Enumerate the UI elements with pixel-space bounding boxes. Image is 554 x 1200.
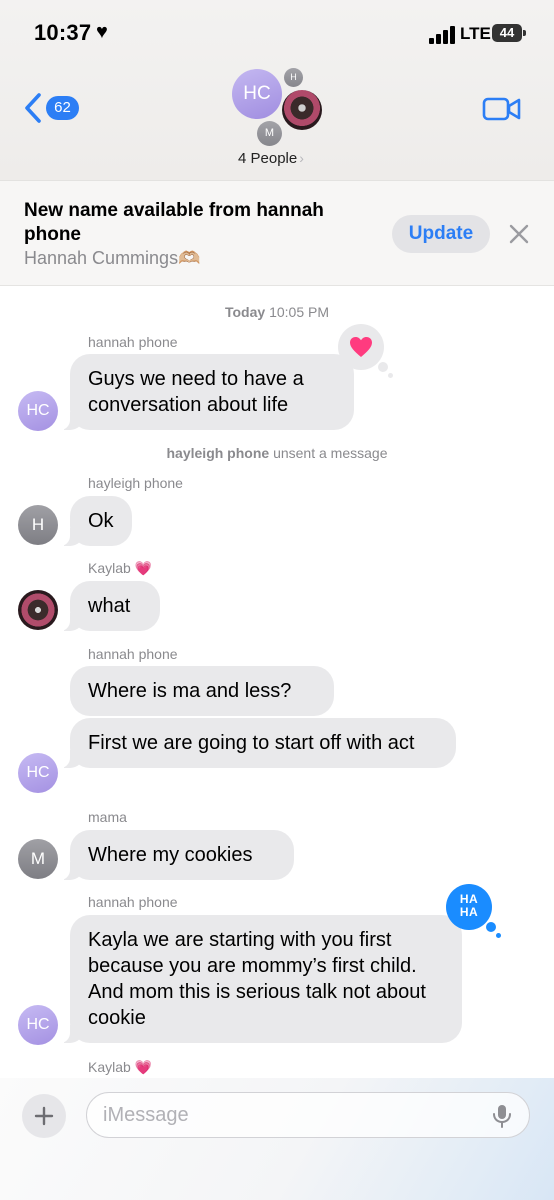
message-bubble[interactable]: Where is ma and less? <box>70 666 334 716</box>
chevron-left-icon <box>25 93 41 123</box>
avatar[interactable] <box>18 590 58 630</box>
group-avatar-hc[interactable]: HC <box>232 69 282 119</box>
sender-name: mama <box>88 809 127 825</box>
timestamp-day: Today <box>224 304 266 320</box>
unread-count-badge: 62 <box>46 96 79 120</box>
back-button[interactable]: 62 <box>22 90 86 126</box>
sender-name: Kaylab 💗 <box>88 560 153 576</box>
plus-icon <box>34 1106 54 1126</box>
conversation-timestamp: Today 10:05 PM <box>0 304 554 320</box>
message-bubble[interactable]: what <box>58 581 160 631</box>
message-bubble[interactable]: First we are going to start off with act <box>58 718 456 768</box>
avatar[interactable]: HC <box>18 753 58 793</box>
microphone-icon[interactable] <box>491 1103 513 1129</box>
status-time: 10:37 <box>34 20 92 45</box>
close-icon[interactable] <box>506 221 532 247</box>
message-bubble[interactable]: Ok <box>58 496 132 546</box>
sender-name: Kaylab 💗 <box>88 1059 153 1075</box>
add-attachment-button[interactable] <box>22 1094 66 1138</box>
tapback-heart-icon[interactable] <box>338 324 393 378</box>
name-update-banner: New name available from hannah phone Han… <box>0 180 554 286</box>
avatar[interactable]: M <box>18 839 58 879</box>
message-bubble[interactable]: Where my cookies <box>58 830 294 880</box>
people-count-label: 4 People <box>238 150 298 167</box>
unsent-actor: hayleigh phone <box>166 445 270 461</box>
chevron-right-icon: › <box>299 150 304 166</box>
avatar[interactable]: HC <box>18 1005 58 1045</box>
timestamp-time: 10:05 PM <box>269 304 330 320</box>
group-avatar-photo <box>282 90 322 130</box>
battery-indicator: 44 <box>492 24 526 42</box>
avatar[interactable]: H <box>18 505 58 545</box>
conversation-header: 10:37 ♥ LTE 44 62 HC H M 4 People › <box>0 0 554 180</box>
banner-subtitle: Hannah Cummings🫶🏼 <box>24 248 201 268</box>
focus-heart-icon: ♥ <box>96 21 108 43</box>
video-camera-icon[interactable] <box>482 96 522 122</box>
message-bubble[interactable]: Guys we need to have a conversation abou… <box>58 354 354 430</box>
tapback-haha-icon[interactable]: HA HA <box>446 884 501 938</box>
heart-icon <box>350 337 372 357</box>
group-avatar-m: M <box>257 121 282 146</box>
sender-name: hannah phone <box>88 894 178 910</box>
imessage-field[interactable] <box>86 1092 530 1138</box>
network-type: LTE <box>460 24 491 43</box>
imessage-input[interactable] <box>103 1101 483 1129</box>
message-bubble[interactable]: Kayla we are starting with you first bec… <box>58 915 462 1043</box>
message-input-bar <box>0 1078 554 1200</box>
cellular-signal-icon <box>429 26 455 44</box>
avatar[interactable]: HC <box>18 391 58 431</box>
sender-name: hayleigh phone <box>88 475 183 491</box>
sender-name: hannah phone <box>88 646 178 662</box>
group-avatar-h: H <box>284 68 303 87</box>
sender-name: hannah phone <box>88 334 178 350</box>
banner-title: New name available from hannah phone <box>24 200 324 245</box>
unsent-text: unsent a message <box>273 445 388 461</box>
haha-label: HA HA <box>459 892 479 919</box>
update-button[interactable]: Update <box>392 215 490 253</box>
group-details-link[interactable]: 4 People › <box>238 150 304 167</box>
unsent-notice: hayleigh phone unsent a message <box>0 445 554 461</box>
